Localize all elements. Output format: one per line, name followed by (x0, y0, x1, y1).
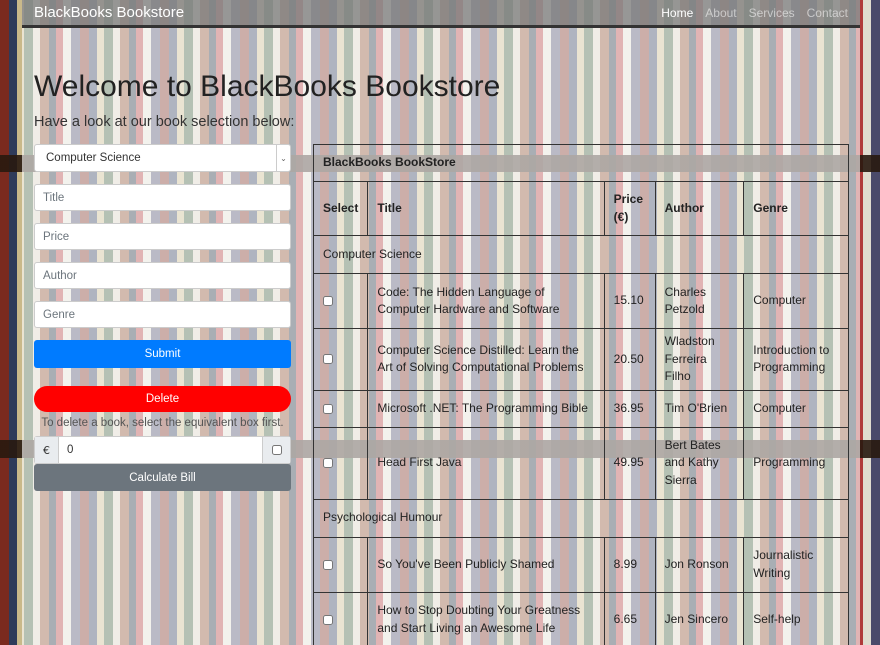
book-title: So You've Been Publicly Shamed (367, 536, 605, 593)
table-row: Head First Java 49.95 Bert Bates and Kat… (312, 426, 849, 500)
bill-input-group: € (34, 436, 291, 464)
header-select: Select (312, 181, 369, 236)
book-genre: Self-help (743, 591, 849, 645)
chevron-down-icon: ⌄ (276, 145, 290, 171)
book-genre: Journalistic Writing (743, 536, 849, 593)
book-price: 15.10 (603, 273, 656, 329)
select-cell (312, 591, 369, 645)
author-input[interactable] (34, 262, 291, 289)
bill-total-input[interactable] (59, 437, 262, 463)
table-caption-row: BlackBooks BookStore (313, 144, 849, 182)
row-select-checkbox[interactable] (323, 614, 333, 625)
submit-button[interactable]: Submit (34, 340, 291, 368)
book-price: 49.95 (603, 426, 656, 500)
table-caption: BlackBooks BookStore (313, 144, 849, 182)
delete-hint: To delete a book, select the equivalent … (41, 417, 284, 429)
table-row: Computer Science Distilled: Learn the Ar… (312, 328, 849, 391)
table-row: How to Stop Doubting Your Greatness and … (312, 591, 849, 645)
navbar: BlackBooks Bookstore Home About Services… (22, 0, 860, 28)
header-author: Author (654, 181, 745, 236)
nav-link-home[interactable]: Home (661, 6, 693, 20)
book-author: Tim O'Brien (654, 389, 745, 428)
book-genre: Introduction to Programming (743, 328, 849, 391)
table-row: Microsoft .NET: The Programming Bible 36… (312, 389, 849, 428)
page-subtitle: Have a look at our book selection below: (34, 114, 295, 130)
book-form: Computer Science ⌄ Submit Delete To dele… (34, 144, 291, 491)
price-input[interactable] (34, 223, 291, 250)
book-title: Head First Java (367, 426, 605, 500)
category-row: Psychological Humour (313, 498, 849, 538)
table-row: Code: The Hidden Language of Computer Ha… (312, 273, 849, 329)
book-author: Jen Sincero (654, 591, 745, 645)
delete-button[interactable]: Delete (34, 386, 291, 412)
book-author: Jon Ronson (654, 536, 745, 593)
row-select-checkbox[interactable] (323, 403, 333, 414)
book-price: 36.95 (603, 389, 656, 428)
row-select-checkbox[interactable] (323, 354, 333, 365)
header-title: Title (367, 181, 605, 236)
category-row: Computer Science (313, 235, 849, 274)
header-price: Price (€) (603, 181, 656, 236)
nav-link-about[interactable]: About (705, 6, 736, 20)
book-genre: Computer (743, 389, 849, 428)
book-price: 6.65 (603, 591, 656, 645)
nav-link-contact[interactable]: Contact (807, 6, 848, 20)
currency-prefix: € (35, 437, 59, 463)
row-select-checkbox[interactable] (323, 296, 333, 307)
page-title: Welcome to BlackBooks Bookstore (34, 70, 501, 103)
select-cell (312, 273, 369, 329)
calculate-bill-button[interactable]: Calculate Bill (34, 464, 291, 491)
book-genre: Computer (743, 273, 849, 329)
bill-checkbox[interactable] (271, 445, 282, 455)
books-table: BlackBooks BookStore Select Title Price … (312, 144, 849, 645)
book-title: Microsoft .NET: The Programming Bible (367, 389, 605, 428)
row-select-checkbox[interactable] (323, 458, 333, 469)
book-author: Wladston Ferreira Filho (654, 328, 745, 391)
book-author: Bert Bates and Kathy Sierra (654, 426, 745, 500)
select-cell (312, 328, 369, 391)
select-cell (312, 426, 369, 500)
book-genre: Programming (743, 426, 849, 500)
title-input[interactable] (34, 184, 291, 211)
nav-link-services[interactable]: Services (749, 6, 795, 20)
book-price: 20.50 (603, 328, 656, 391)
book-title: Computer Science Distilled: Learn the Ar… (367, 328, 605, 391)
category-name: Computer Science (313, 235, 849, 274)
navbar-brand[interactable]: BlackBooks Bookstore (34, 4, 184, 21)
nav-links: Home About Services Contact (661, 6, 848, 20)
book-price: 8.99 (603, 536, 656, 593)
category-select-value: Computer Science (46, 152, 141, 164)
genre-input[interactable] (34, 301, 291, 328)
book-author: Charles Petzold (654, 273, 745, 329)
header-genre: Genre (743, 181, 849, 236)
table-row: So You've Been Publicly Shamed 8.99 Jon … (312, 536, 849, 593)
category-select[interactable]: Computer Science ⌄ (34, 144, 291, 172)
book-title: Code: The Hidden Language of Computer Ha… (367, 273, 605, 329)
category-name: Psychological Humour (313, 498, 849, 538)
bill-checkbox-wrap (262, 437, 290, 463)
book-title: How to Stop Doubting Your Greatness and … (367, 591, 605, 645)
select-cell (312, 389, 369, 428)
table-header-row: Select Title Price (€) Author Genre (312, 181, 849, 236)
select-cell (312, 536, 369, 593)
row-select-checkbox[interactable] (323, 559, 333, 570)
